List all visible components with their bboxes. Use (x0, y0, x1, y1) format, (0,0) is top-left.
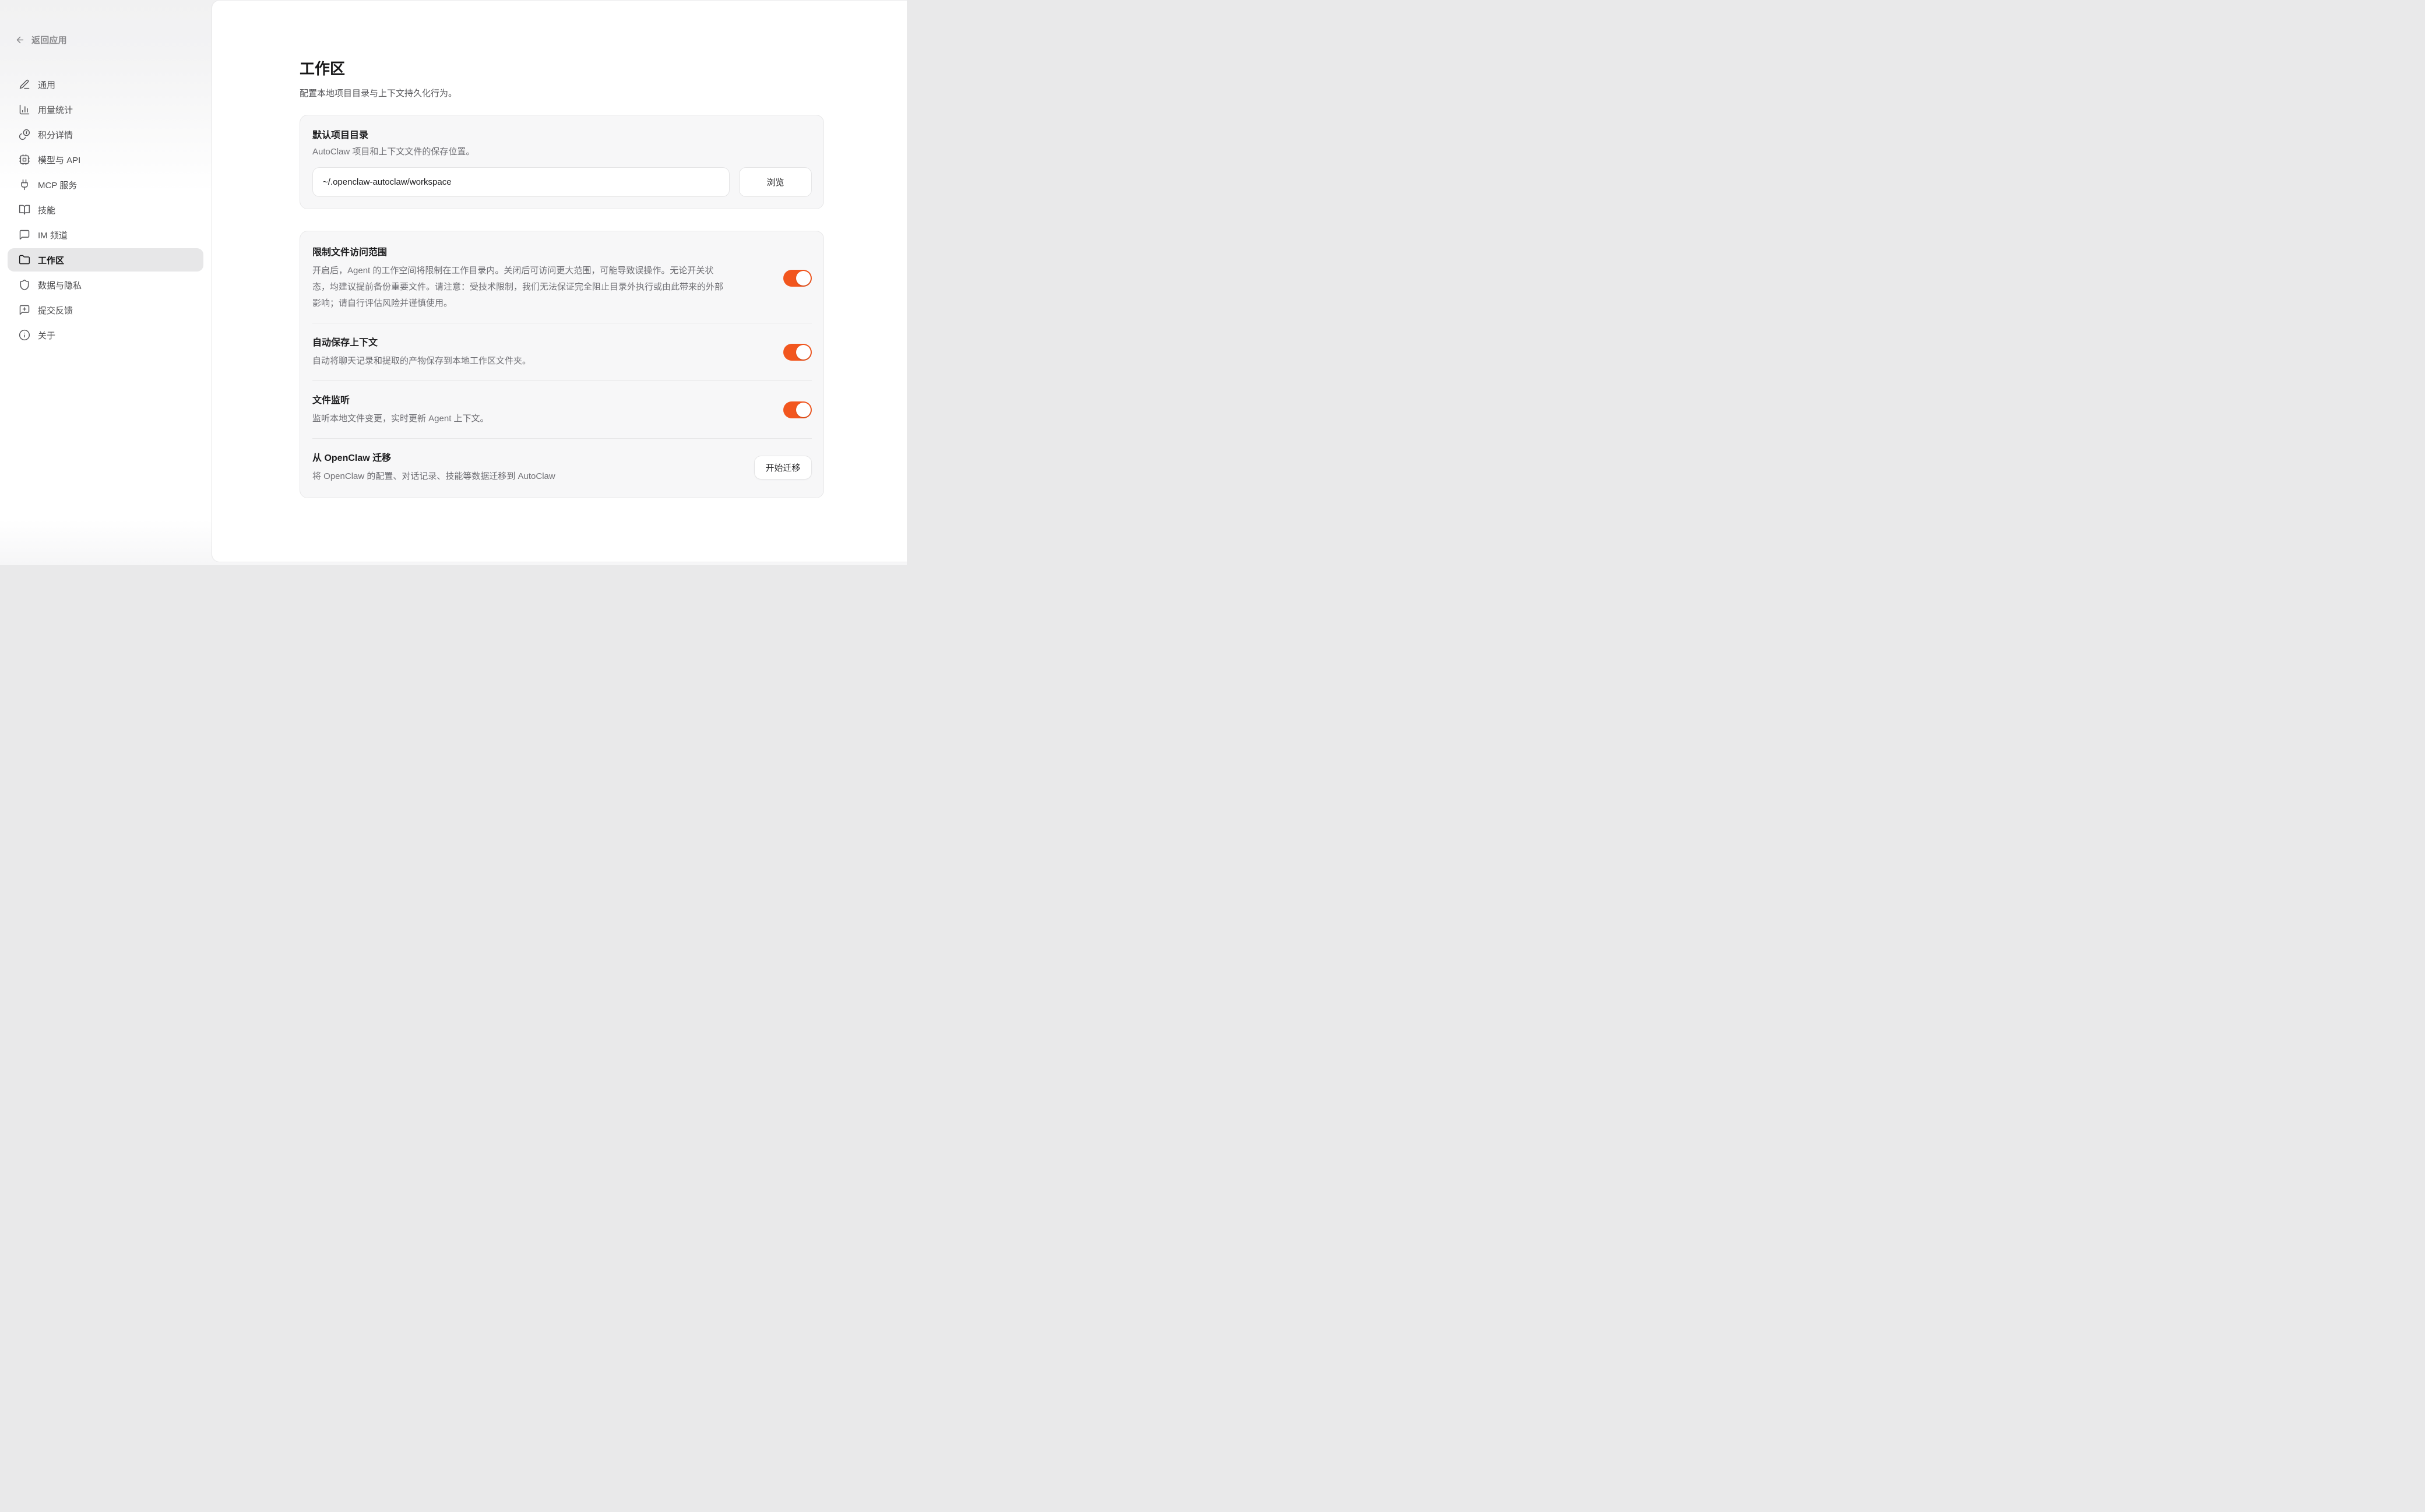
default-directory-card: 默认项目目录 AutoClaw 项目和上下文文件的保存位置。 浏览 (300, 115, 824, 209)
main-panel: 工作区 配置本地项目目录与上下文持久化行为。 默认项目目录 AutoClaw 项… (212, 0, 907, 562)
page-title: 工作区 (300, 59, 824, 79)
toggle-knob (796, 271, 811, 286)
shield-icon (19, 279, 30, 291)
coins-icon (19, 129, 30, 140)
back-to-app-label: 返回应用 (31, 34, 67, 46)
setting-description: 开启后，Agent 的工作空间将限制在工作目录内。关闭后可访问更大范围，可能导致… (312, 263, 727, 312)
sidebar-nav: 通用 用量统计 积分详情 模型与 API MCP 服务 技能 (8, 73, 203, 347)
workspace-options-card: 限制文件访问范围 开启后，Agent 的工作空间将限制在工作目录内。关闭后可访问… (300, 231, 824, 498)
setting-title: 限制文件访问范围 (312, 244, 727, 258)
sidebar-item-label: 数据与隐私 (38, 279, 82, 291)
sidebar-item-label: 关于 (38, 329, 55, 341)
migrate-from-openclaw-row: 从 OpenClaw 迁移 将 OpenClaw 的配置、对话记录、技能等数据迁… (312, 439, 812, 496)
sidebar-item-feedback[interactable]: 提交反馈 (8, 298, 203, 322)
setting-description: 监听本地文件变更，实时更新 Agent 上下文。 (312, 411, 727, 427)
arrow-left-icon (15, 35, 25, 45)
browse-button[interactable]: 浏览 (739, 167, 812, 197)
auto-save-context-row: 自动保存上下文 自动将聊天记录和提取的产物保存到本地工作区文件夹。 (312, 323, 812, 380)
setting-title: 从 OpenClaw 迁移 (312, 450, 698, 464)
sidebar-item-label: 技能 (38, 204, 55, 216)
page-subtitle: 配置本地项目目录与上下文持久化行为。 (300, 87, 824, 101)
setting-text: 文件监听 监听本地文件变更，实时更新 Agent 上下文。 (312, 392, 783, 427)
sidebar-item-label: 用量统计 (38, 104, 73, 116)
toggle-knob (796, 345, 811, 360)
auto-save-context-toggle[interactable] (783, 344, 812, 361)
restrict-file-access-toggle[interactable] (783, 270, 812, 287)
setting-title: 文件监听 (312, 392, 727, 406)
toggle-knob (796, 403, 811, 417)
sidebar-item-label: 模型与 API (38, 154, 80, 166)
sidebar-item-label: 积分详情 (38, 129, 73, 141)
message-square-icon (19, 229, 30, 241)
sidebar-item-label: 通用 (38, 79, 55, 91)
directory-card-description: AutoClaw 项目和上下文文件的保存位置。 (312, 144, 812, 160)
setting-text: 限制文件访问范围 开启后，Agent 的工作空间将限制在工作目录内。关闭后可访问… (312, 244, 783, 312)
sidebar-item-credits[interactable]: 积分详情 (8, 123, 203, 146)
setting-description: 将 OpenClaw 的配置、对话记录、技能等数据迁移到 AutoClaw (312, 468, 698, 485)
sidebar-item-usage-stats[interactable]: 用量统计 (8, 98, 203, 121)
sidebar-item-label: IM 频道 (38, 229, 68, 241)
restrict-file-access-row: 限制文件访问范围 开启后，Agent 的工作空间将限制在工作目录内。关闭后可访问… (312, 233, 812, 323)
sidebar-item-label: 提交反馈 (38, 304, 73, 316)
pencil-icon (19, 79, 30, 90)
directory-input-row: 浏览 (312, 167, 812, 197)
plug-icon (19, 179, 30, 191)
setting-description: 自动将聊天记录和提取的产物保存到本地工作区文件夹。 (312, 353, 727, 369)
sidebar-item-workspace[interactable]: 工作区 (8, 248, 203, 272)
sidebar-item-label: MCP 服务 (38, 179, 77, 191)
message-square-plus-icon (19, 304, 30, 316)
info-icon (19, 329, 30, 341)
back-to-app-button[interactable]: 返回应用 (15, 34, 212, 46)
workspace-settings-page: 工作区 配置本地项目目录与上下文持久化行为。 默认项目目录 AutoClaw 项… (212, 1, 907, 498)
workspace-path-input[interactable] (312, 167, 730, 197)
folder-icon (19, 254, 30, 266)
sidebar-item-im-channels[interactable]: IM 频道 (8, 223, 203, 246)
directory-card-title: 默认项目目录 (312, 127, 812, 141)
sidebar-item-data-privacy[interactable]: 数据与隐私 (8, 273, 203, 297)
sidebar-item-mcp[interactable]: MCP 服务 (8, 173, 203, 196)
settings-window: 返回应用 通用 用量统计 积分详情 模型与 API MCP 服务 (0, 0, 907, 565)
sidebar-item-general[interactable]: 通用 (8, 73, 203, 96)
sidebar-item-label: 工作区 (38, 254, 64, 266)
cpu-icon (19, 154, 30, 165)
sidebar-item-skills[interactable]: 技能 (8, 198, 203, 221)
setting-text: 从 OpenClaw 迁移 将 OpenClaw 的配置、对话记录、技能等数据迁… (312, 450, 754, 485)
file-watch-row: 文件监听 监听本地文件变更，实时更新 Agent 上下文。 (312, 381, 812, 438)
bar-chart-icon (19, 104, 30, 115)
setting-text: 自动保存上下文 自动将聊天记录和提取的产物保存到本地工作区文件夹。 (312, 334, 783, 369)
setting-title: 自动保存上下文 (312, 334, 727, 348)
sidebar-item-about[interactable]: 关于 (8, 323, 203, 347)
start-migration-button[interactable]: 开始迁移 (754, 456, 812, 480)
sidebar: 返回应用 通用 用量统计 积分详情 模型与 API MCP 服务 (0, 0, 212, 565)
file-watch-toggle[interactable] (783, 401, 812, 418)
book-open-icon (19, 204, 30, 216)
sidebar-item-models-api[interactable]: 模型与 API (8, 148, 203, 171)
